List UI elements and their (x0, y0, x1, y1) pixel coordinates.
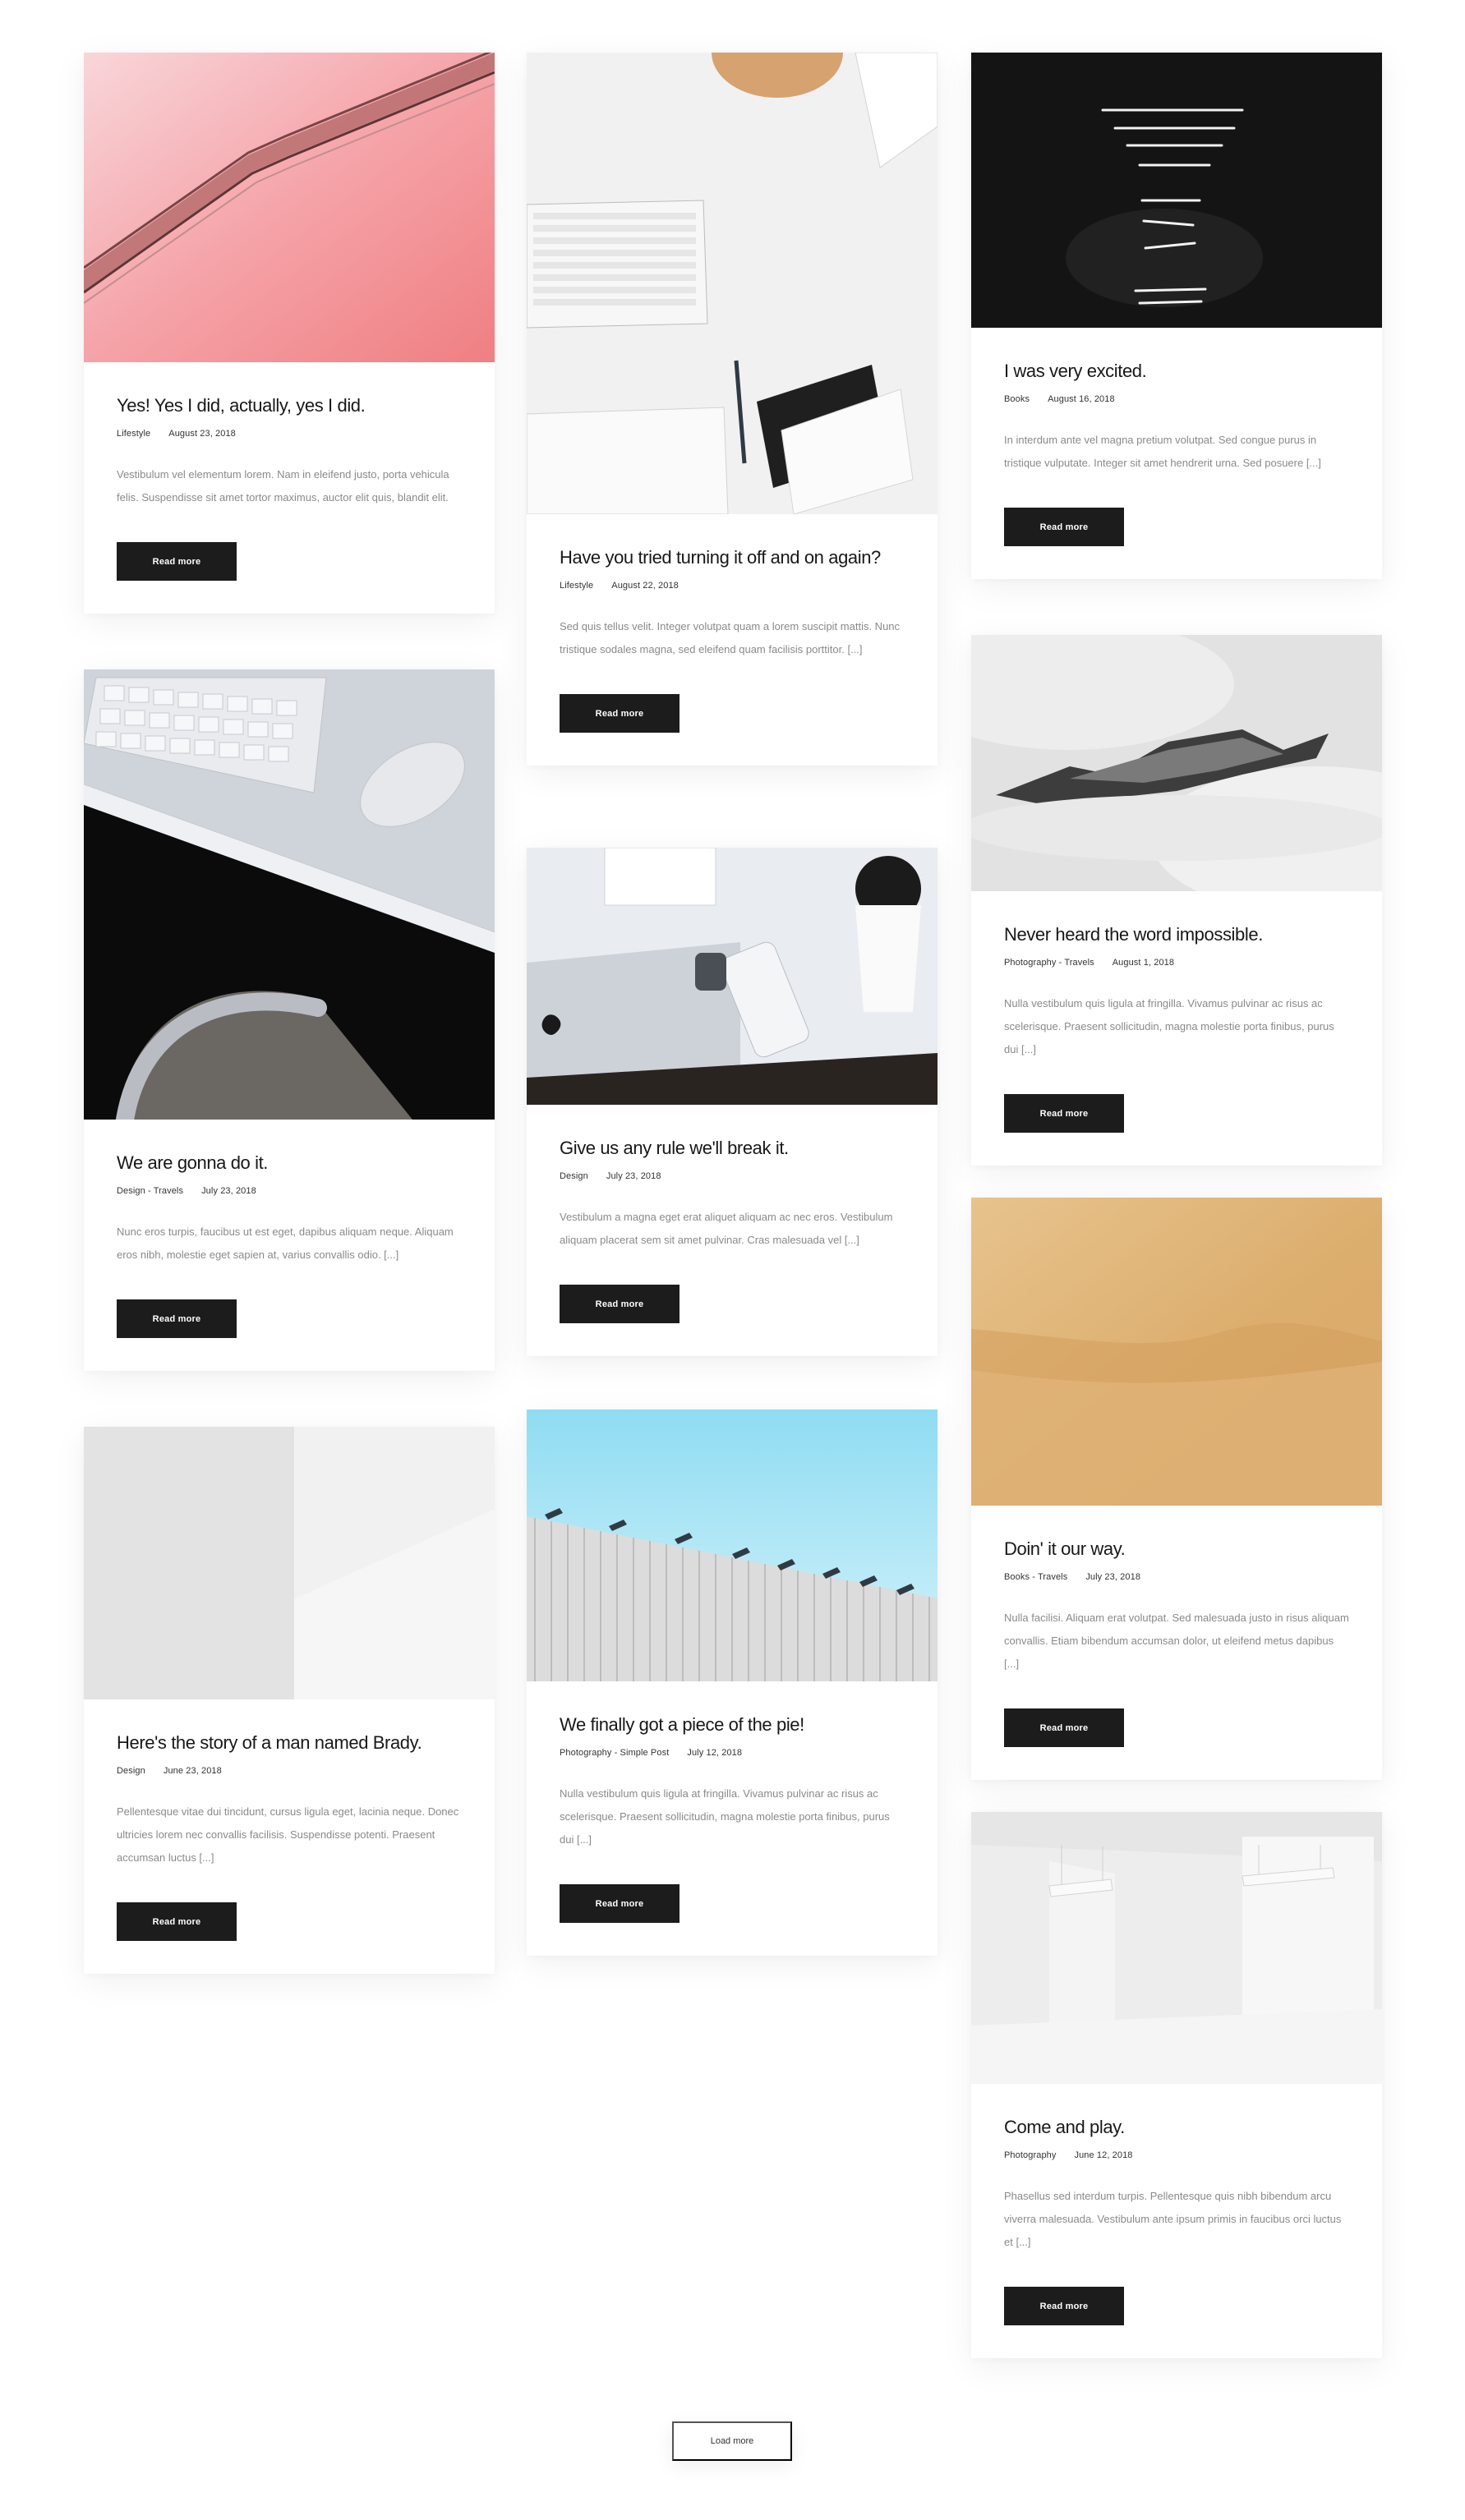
read-more-button[interactable]: Read more (1004, 508, 1124, 546)
post-title[interactable]: Here's the story of a man named Brady. (117, 1731, 462, 1754)
post-date[interactable]: June 23, 2018 (164, 1766, 222, 1776)
read-more-button[interactable]: Read more (1004, 2287, 1124, 2325)
post-title[interactable]: We finally got a piece of the pie! (560, 1713, 905, 1736)
post-category[interactable]: Design (117, 1766, 145, 1776)
post-category[interactable]: Design (560, 1171, 588, 1181)
post-date[interactable]: August 23, 2018 (168, 429, 236, 439)
post-meta: Lifestyle August 22, 2018 (560, 581, 905, 591)
post-meta: Books - Travels July 23, 2018 (1004, 1572, 1349, 1582)
post-card: Come and play. Photography June 12, 2018… (971, 1812, 1382, 2358)
post-excerpt: Vestibulum a magna eget erat aliquet ali… (560, 1211, 893, 1246)
post-excerpt: Nulla vestibulum quis ligula at fringill… (560, 1787, 890, 1846)
post-excerpt: Sed quis tellus velit. Integer volutpat … (560, 620, 901, 655)
post-card: Doin' it our way. Books - Travels July 2… (971, 1198, 1382, 1780)
post-excerpt: Nulla facilisi. Aliquam erat volutpat. S… (1004, 1612, 1349, 1670)
post-meta: Design June 23, 2018 (117, 1766, 462, 1776)
read-more-button[interactable]: Read more (560, 694, 680, 733)
post-category[interactable]: Photography - Travels (1004, 958, 1094, 968)
post-meta: Lifestyle August 23, 2018 (117, 429, 462, 439)
post-excerpt: Nunc eros turpis, faucibus ut est eget, … (117, 1226, 454, 1261)
post-meta: Design - Travels July 23, 2018 (117, 1186, 462, 1196)
post-card: We are gonna do it. Design - Travels Jul… (84, 669, 495, 1371)
post-date[interactable]: August 16, 2018 (1048, 394, 1115, 404)
post-excerpt: Phasellus sed interdum turpis. Pellentes… (1004, 2190, 1342, 2248)
post-category[interactable]: Design - Travels (117, 1186, 183, 1196)
read-more-button[interactable]: Read more (1004, 1708, 1124, 1747)
post-date[interactable]: June 12, 2018 (1074, 2150, 1132, 2160)
post-category[interactable]: Photography - Simple Post (560, 1748, 669, 1758)
post-image-white-wall[interactable] (84, 1427, 495, 1699)
read-more-button[interactable]: Read more (117, 1902, 237, 1941)
post-category[interactable]: Lifestyle (560, 581, 593, 591)
post-card: I was very excited. Books August 16, 201… (971, 53, 1382, 579)
post-date[interactable]: August 22, 2018 (611, 581, 679, 591)
post-title[interactable]: Never heard the word impossible. (1004, 922, 1349, 946)
post-meta: Photography - Simple Post July 12, 2018 (560, 1748, 905, 1758)
post-category[interactable]: Photography (1004, 2150, 1056, 2160)
post-card: Here's the story of a man named Brady. D… (84, 1427, 495, 1974)
post-date[interactable]: August 1, 2018 (1113, 958, 1174, 968)
post-card: Give us any rule we'll break it. Design … (527, 848, 938, 1356)
read-more-button[interactable]: Read more (117, 542, 237, 581)
read-more-button[interactable]: Read more (117, 1299, 237, 1338)
post-excerpt: Nulla vestibulum quis ligula at fringill… (1004, 997, 1334, 1055)
post-excerpt: Vestibulum vel elementum lorem. Nam in e… (117, 468, 449, 504)
post-date[interactable]: July 23, 2018 (201, 1186, 256, 1196)
post-category[interactable]: Lifestyle (117, 429, 150, 439)
post-title[interactable]: Give us any rule we'll break it. (560, 1136, 905, 1160)
post-title[interactable]: Doin' it our way. (1004, 1537, 1349, 1561)
read-more-button[interactable]: Read more (560, 1884, 680, 1923)
post-meta: Design July 23, 2018 (560, 1171, 905, 1181)
post-card: Never heard the word impossible. Photogr… (971, 635, 1382, 1166)
post-category[interactable]: Books - Travels (1004, 1572, 1067, 1582)
post-title[interactable]: We are gonna do it. (117, 1151, 462, 1175)
post-image-dark-lights[interactable] (971, 53, 1382, 328)
post-image-pink-escalator[interactable] (84, 53, 495, 362)
post-excerpt: Pellentesque vitae dui tincidunt, cursus… (117, 1805, 459, 1864)
post-date[interactable]: July 23, 2018 (1085, 1572, 1140, 1582)
post-title[interactable]: I was very excited. (1004, 359, 1349, 383)
post-card: Have you tried turning it off and on aga… (527, 53, 938, 766)
post-image-misty-mountain[interactable] (971, 635, 1382, 891)
post-card: We finally got a piece of the pie! Photo… (527, 1409, 938, 1956)
post-meta: Photography - Travels August 1, 2018 (1004, 958, 1349, 968)
post-meta: Photography June 12, 2018 (1004, 2150, 1349, 2160)
post-title[interactable]: Come and play. (1004, 2115, 1349, 2139)
read-more-button[interactable]: Read more (560, 1285, 680, 1323)
post-image-sand-dune[interactable] (971, 1198, 1382, 1506)
post-image-white-room[interactable] (971, 1812, 1382, 2084)
post-image-desk-keyboard-chair[interactable] (84, 669, 495, 1120)
post-image-building-sky[interactable] (527, 1409, 938, 1681)
post-date[interactable]: July 12, 2018 (687, 1748, 742, 1758)
load-more-button[interactable]: Load more (672, 2421, 792, 2461)
post-image-laptop-desk[interactable] (527, 848, 938, 1105)
read-more-button[interactable]: Read more (1004, 1094, 1124, 1133)
post-excerpt: In interdum ante vel magna pretium volut… (1004, 434, 1321, 469)
post-meta: Books August 16, 2018 (1004, 394, 1349, 404)
post-title[interactable]: Have you tried turning it off and on aga… (560, 545, 905, 569)
post-date[interactable]: July 23, 2018 (606, 1171, 661, 1181)
post-image-workspace-flatlay[interactable] (527, 53, 938, 514)
post-card: Yes! Yes I did, actually, yes I did. Lif… (84, 53, 495, 614)
post-title[interactable]: Yes! Yes I did, actually, yes I did. (117, 393, 462, 417)
post-category[interactable]: Books (1004, 394, 1030, 404)
